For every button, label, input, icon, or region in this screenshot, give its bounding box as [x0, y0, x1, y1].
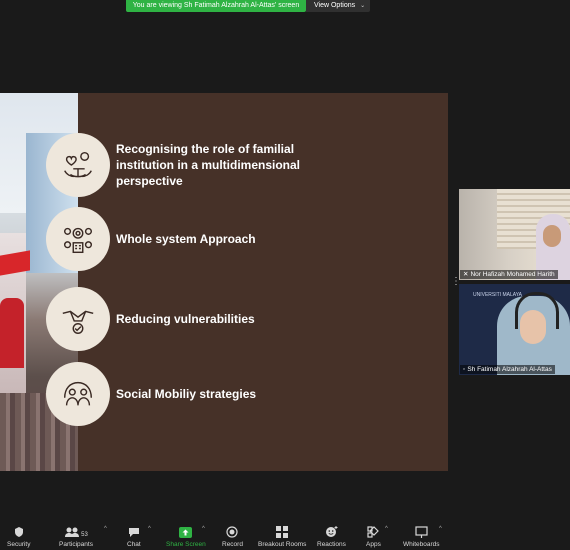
- view-options-button[interactable]: View Options ⌄: [306, 0, 370, 12]
- slide-item-label: Whole system Approach: [116, 232, 256, 246]
- chevron-down-icon: ⌄: [360, 3, 366, 9]
- whiteboard-icon: [415, 524, 428, 538]
- record-button[interactable]: Record: [222, 524, 243, 548]
- community-icon: [46, 362, 110, 426]
- mic-icon: ◦: [463, 366, 466, 373]
- whiteboards-caret-icon[interactable]: ^: [439, 526, 442, 532]
- shared-slide: Recognising the role of familial institu…: [0, 93, 448, 471]
- slide-item-label: Social Mobiliy strategies: [116, 387, 257, 401]
- security-button[interactable]: Security: [7, 524, 30, 548]
- whiteboards-button[interactable]: Whiteboards: [403, 524, 440, 548]
- collapse-panel-icon[interactable]: ⋮: [451, 273, 461, 291]
- record-icon: [226, 524, 239, 538]
- chat-bubble-icon: [128, 524, 140, 538]
- slide-item-label: Recognising the role of familial institu…: [116, 142, 301, 188]
- share-screen-icon: [179, 524, 193, 538]
- mic-muted-icon: ✕: [463, 271, 469, 278]
- share-caret-icon[interactable]: ^: [202, 526, 205, 532]
- system-gears-icon: [46, 207, 110, 271]
- slide-item-familial: Recognising the role of familial institu…: [46, 133, 336, 197]
- slide-item-label: Reducing vulnerabilities: [116, 312, 255, 326]
- video-tile-participant[interactable]: ✕ Nor Hafizah Mohamed Harith: [459, 189, 570, 280]
- participant-name-tag: ✕ Nor Hafizah Mohamed Harith: [460, 270, 558, 279]
- people-icon: 53: [64, 524, 88, 538]
- slide-item-social-mobility: Social Mobiliy strategies: [46, 362, 336, 426]
- smiley-plus-icon: [325, 524, 338, 538]
- apps-button[interactable]: Apps: [366, 524, 381, 548]
- shield-icon: [13, 524, 25, 538]
- view-options-label: View Options: [314, 2, 356, 9]
- participant-name-tag: ◦ Sh Fatimah Alzahrah Al-Attas: [460, 365, 555, 374]
- participants-caret-icon[interactable]: ^: [104, 526, 107, 532]
- slide-item-vulnerabilities: Reducing vulnerabilities: [46, 287, 336, 351]
- chat-caret-icon[interactable]: ^: [148, 526, 151, 532]
- chat-button[interactable]: Chat: [127, 524, 141, 548]
- meeting-toolbar: Security 53 Participants ^ Chat ^ Share …: [0, 520, 570, 550]
- video-tile-presenter[interactable]: UNIVERSITI MALAYA ◦ Sh Fatimah Alzahrah …: [459, 284, 570, 375]
- breakout-grid-icon: [276, 524, 289, 538]
- slide-item-whole-system: Whole system Approach: [46, 207, 336, 271]
- share-screen-button[interactable]: Share Screen: [166, 524, 206, 548]
- family-care-icon: [46, 133, 110, 197]
- reactions-button[interactable]: Reactions: [317, 524, 346, 548]
- apps-caret-icon[interactable]: ^: [385, 526, 388, 532]
- university-logo: UNIVERSITI MALAYA: [473, 292, 522, 298]
- participants-button[interactable]: 53 Participants: [59, 524, 93, 548]
- apps-icon: [367, 524, 380, 538]
- headset-icon: [515, 292, 559, 329]
- handshake-icon: [46, 287, 110, 351]
- screen-share-banner: You are viewing Sh Fatimah Alzahrah Al-A…: [126, 0, 306, 12]
- breakout-rooms-button[interactable]: Breakout Rooms: [258, 524, 306, 548]
